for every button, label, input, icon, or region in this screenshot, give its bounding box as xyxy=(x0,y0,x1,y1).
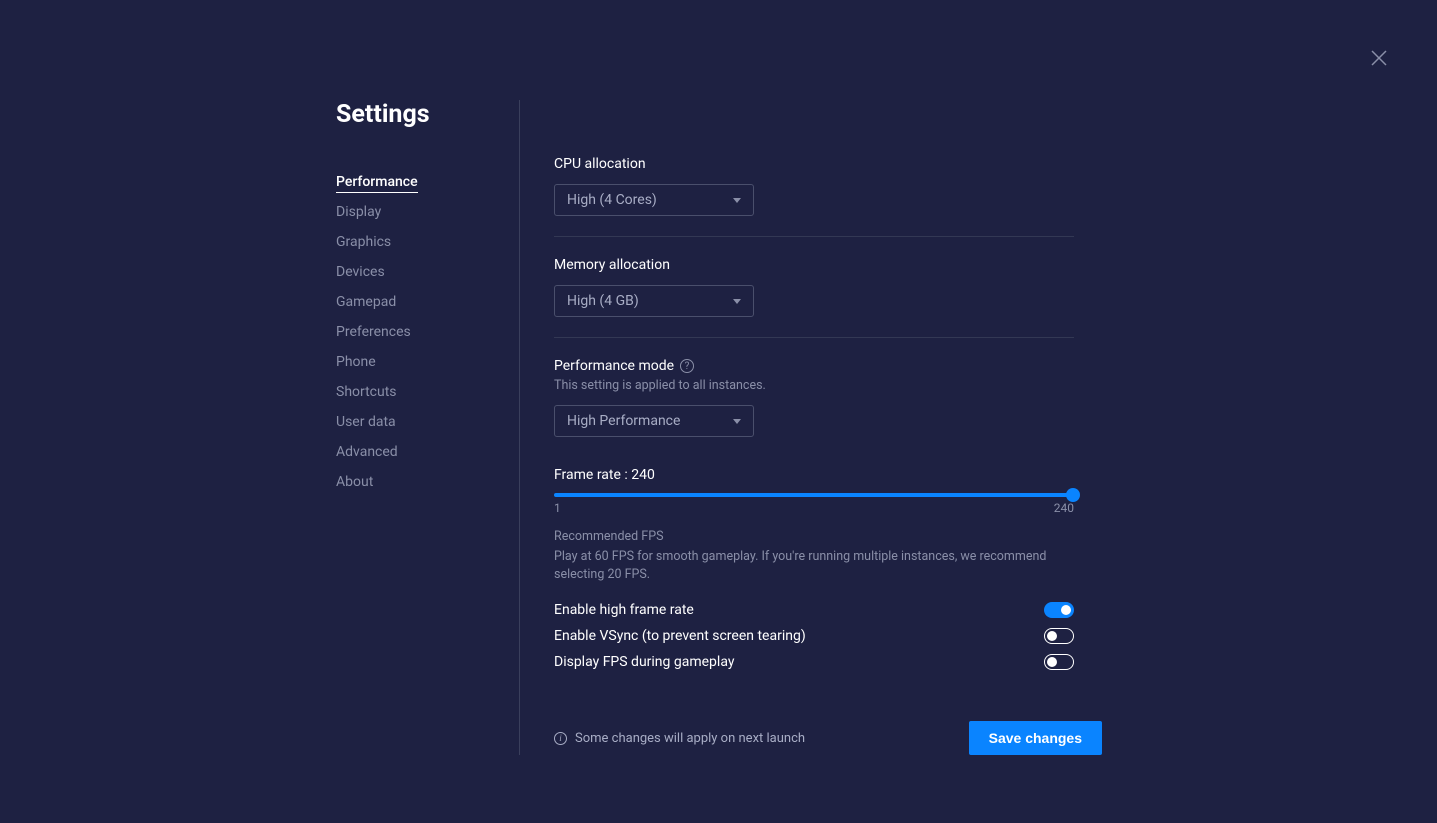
nav-item-about[interactable]: About xyxy=(336,467,499,497)
slider-thumb[interactable] xyxy=(1066,488,1080,502)
frame-rate-label: Frame rate : 240 xyxy=(554,467,1074,483)
nav-item-performance[interactable]: Performance xyxy=(336,167,499,197)
settings-sidebar: Settings Performance Display Graphics De… xyxy=(336,100,520,755)
caret-down-icon xyxy=(733,198,741,203)
enable-vsync-label: Enable VSync (to prevent screen tearing) xyxy=(554,628,806,644)
caret-down-icon xyxy=(733,299,741,304)
help-icon[interactable]: ? xyxy=(680,359,694,373)
enable-high-frame-rate-label: Enable high frame rate xyxy=(554,602,694,618)
memory-allocation-select[interactable]: High (4 GB) xyxy=(554,285,754,317)
slider-max: 240 xyxy=(1054,501,1074,515)
cpu-allocation-label: CPU allocation xyxy=(554,156,1074,172)
performance-mode-label: Performance mode ? xyxy=(554,358,1074,374)
nav-item-preferences[interactable]: Preferences xyxy=(336,317,499,347)
recommended-fps-text: Play at 60 FPS for smooth gameplay. If y… xyxy=(554,548,1074,583)
display-fps-label: Display FPS during gameplay xyxy=(554,654,734,670)
close-button[interactable] xyxy=(1371,50,1387,66)
caret-down-icon xyxy=(733,419,741,424)
cpu-allocation-select[interactable]: High (4 Cores) xyxy=(554,184,754,216)
page-title: Settings xyxy=(336,100,499,129)
nav-item-gamepad[interactable]: Gamepad xyxy=(336,287,499,317)
display-fps-toggle[interactable] xyxy=(1044,654,1074,670)
nav-item-devices[interactable]: Devices xyxy=(336,257,499,287)
settings-content: CPU allocation High (4 Cores) Memory all… xyxy=(520,100,1074,755)
nav-item-graphics[interactable]: Graphics xyxy=(336,227,499,257)
performance-mode-select[interactable]: High Performance xyxy=(554,405,754,437)
performance-mode-sublabel: This setting is applied to all instances… xyxy=(554,378,1074,393)
enable-high-frame-rate-toggle[interactable] xyxy=(1044,602,1074,618)
nav-item-shortcuts[interactable]: Shortcuts xyxy=(336,377,499,407)
nav-item-display[interactable]: Display xyxy=(336,197,499,227)
slider-min: 1 xyxy=(554,501,561,515)
launch-notice: i Some changes will apply on next launch xyxy=(554,731,805,746)
save-changes-button[interactable]: Save changes xyxy=(969,721,1102,755)
recommended-fps-title: Recommended FPS xyxy=(554,529,1074,544)
frame-rate-slider[interactable] xyxy=(554,493,1074,497)
memory-allocation-label: Memory allocation xyxy=(554,257,1074,273)
close-icon xyxy=(1371,50,1387,66)
nav-item-user-data[interactable]: User data xyxy=(336,407,499,437)
info-icon: i xyxy=(554,732,567,745)
nav-item-advanced[interactable]: Advanced xyxy=(336,437,499,467)
enable-vsync-toggle[interactable] xyxy=(1044,628,1074,644)
nav-item-phone[interactable]: Phone xyxy=(336,347,499,377)
